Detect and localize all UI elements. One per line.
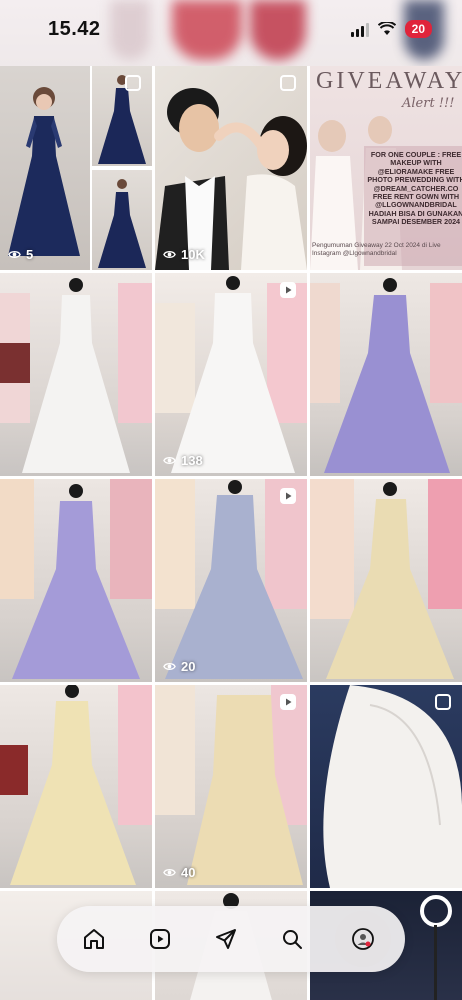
wifi-icon [377,22,396,35]
post-tile-champagne-gown-back[interactable] [310,479,462,682]
nav-search-button[interactable] [269,916,315,962]
post-tile-lavender-gown-front[interactable] [0,479,152,682]
champagne-gown-image [310,479,462,679]
white-gown-image [155,276,307,473]
blurred-header-image [172,0,242,60]
post-tile-couple[interactable]: 10K [155,66,307,270]
view-count: 138 [163,453,203,468]
status-time: 15.42 [48,18,101,40]
reels-icon [280,488,296,504]
giveaway-footer: Pengumuman Giveaway 22 Oct 2024 di Live … [312,242,441,257]
status-bar: 15.42 20 [0,0,462,66]
collage-image-front [92,66,152,166]
giveaway-body: FOR ONE COUPLE : FREE MAKEUP WITH @ELIOR… [367,150,462,227]
multi-post-icon [125,75,141,91]
home-icon [84,929,104,949]
nav-home-button[interactable] [71,916,117,962]
eye-icon [163,251,176,258]
giveaway-alert: Alert !!! [402,96,455,111]
post-tile-cream-gown-1[interactable] [0,685,152,888]
multi-post-icon [435,694,451,710]
blurred-header-image [250,0,306,60]
cream-gown-image [0,685,152,885]
collage-image-back [92,170,152,270]
reels-icon [280,694,296,710]
post-tile-giveaway[interactable]: GIVEAWAY Alert !!! FOR ONE COUPLE : FREE… [310,66,462,270]
app-root: 15.42 20 5 10K GIVEAWAY Alert !!! FOR ON… [0,0,462,1000]
battery-icon: 20 [404,20,432,38]
nav-reels-button[interactable] [137,916,183,962]
post-tile-veil[interactable] [310,685,462,888]
cream-gown-image [155,685,307,885]
eye-icon [163,663,176,670]
bottom-nav [57,906,405,972]
reels-icon [150,929,170,949]
profile-icon [352,928,374,950]
post-tile-white-gown-2[interactable]: 138 [155,273,307,476]
post-tile-collage[interactable]: 5 [0,66,152,270]
post-tile-white-gown-1[interactable] [0,273,152,476]
veil-image [323,685,462,888]
signal-icon [350,22,369,37]
eye-icon [163,869,176,876]
post-tile-blue-ruffle-gown[interactable]: 20 [155,479,307,682]
search-icon [283,930,302,949]
eye-icon [163,457,176,464]
status-icons: 20 [350,20,432,38]
post-tile-cream-gown-2[interactable]: 40 [155,685,307,888]
giveaway-title: GIVEAWAY [316,68,462,94]
view-count: 5 [8,247,33,262]
lavender-gown-image [310,278,462,473]
send-icon [216,929,236,949]
nav-profile-button[interactable] [335,911,391,967]
view-count: 40 [163,865,195,880]
lavender-gown-image [0,479,152,679]
multi-post-icon [280,75,296,91]
reels-icon [280,282,296,298]
eye-icon [8,251,21,258]
view-count: 20 [163,659,195,674]
post-tile-lavender-gown-back[interactable] [310,273,462,476]
white-gown-image [0,278,152,473]
blurred-header-image [110,0,150,60]
collage-image-main [0,66,90,270]
couple-image [155,88,307,270]
blue-ruffle-gown-image [155,479,307,679]
view-count: 10K [163,247,205,262]
nav-send-button[interactable] [203,916,249,962]
